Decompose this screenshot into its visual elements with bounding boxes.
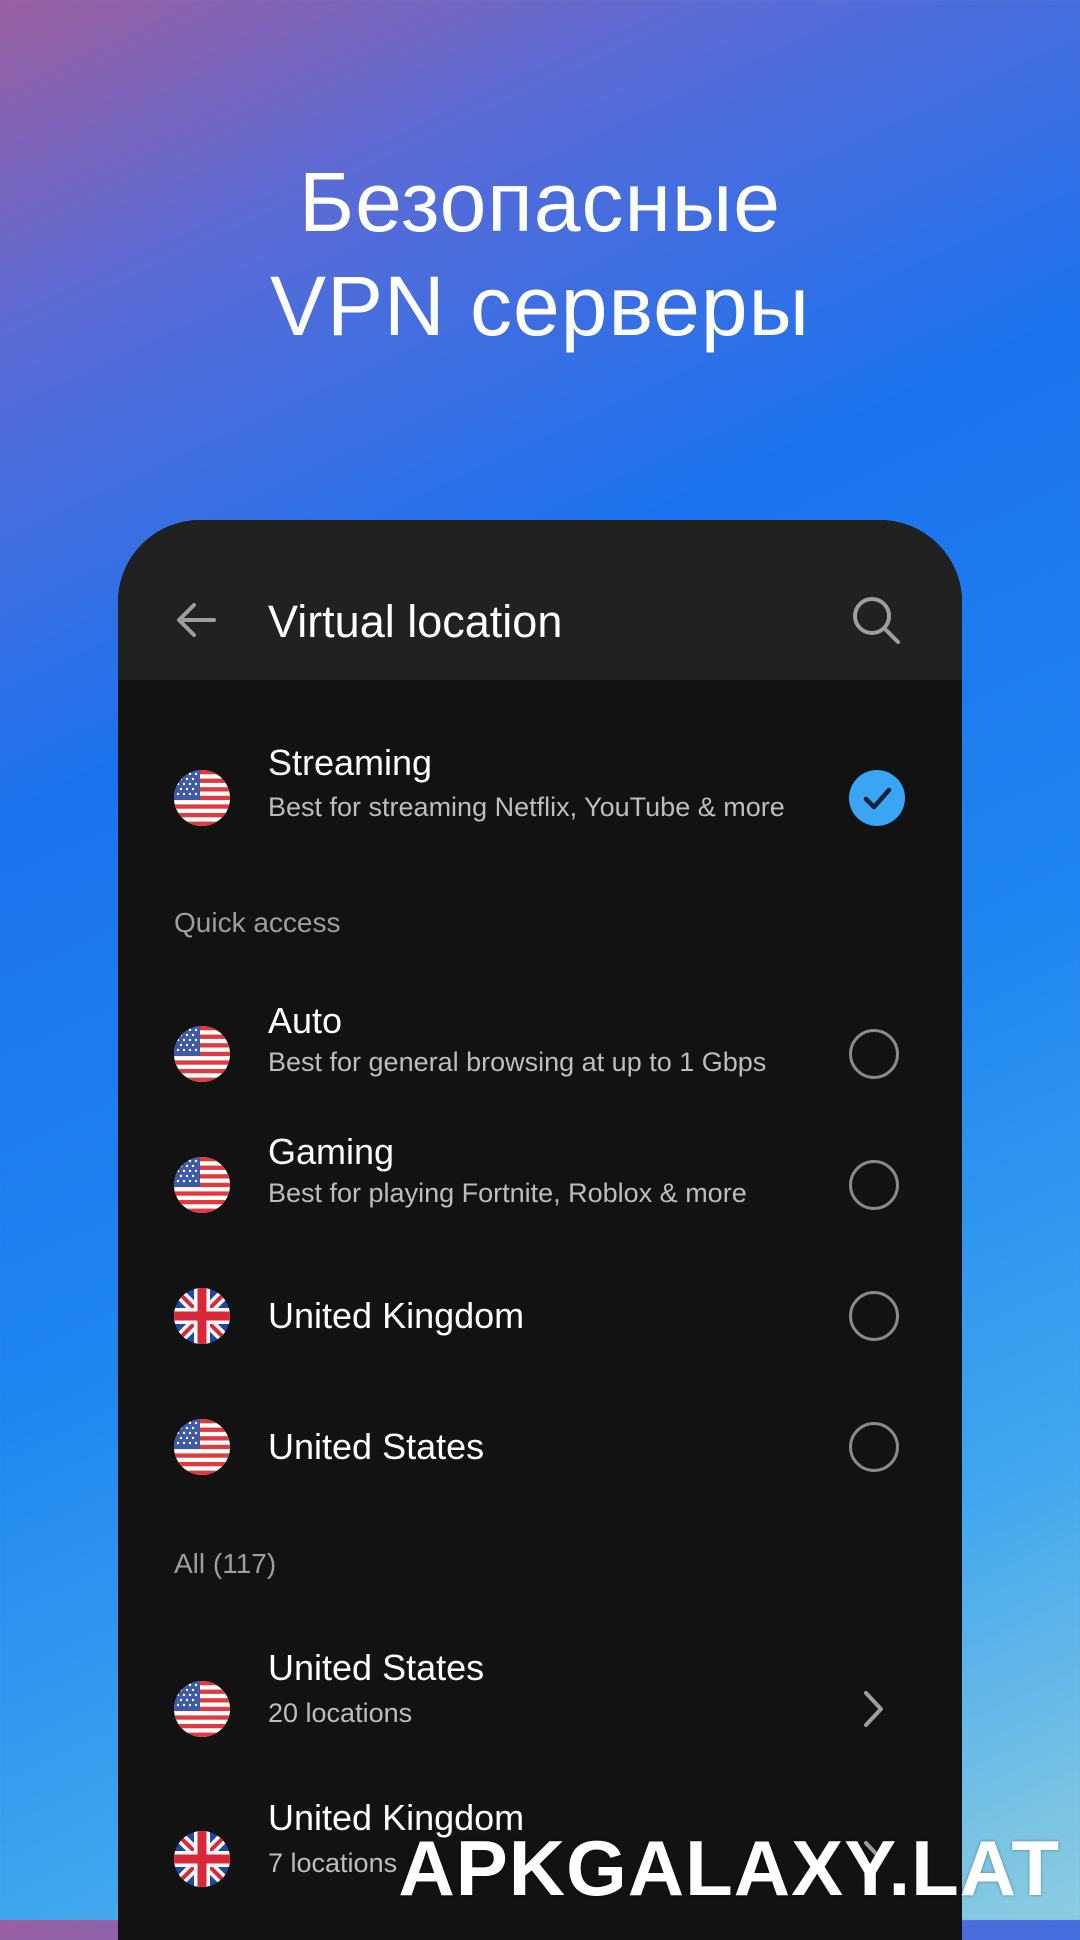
search-button[interactable]: [850, 594, 902, 646]
section-label-all: All (117): [174, 1548, 277, 1579]
us-flag-icon: [174, 1681, 230, 1737]
location-row-united-kingdom[interactable]: United Kingdom: [118, 1252, 962, 1382]
arrow-left-icon: [177, 603, 216, 637]
radio-button[interactable]: [849, 1029, 899, 1079]
page-title: Virtual location: [268, 596, 563, 647]
promo-title-line1: Безопасные: [299, 155, 781, 249]
us-flag-icon: [174, 1157, 230, 1213]
uk-flag-icon: [174, 1288, 230, 1344]
country-row-united-states[interactable]: United States 20 locations: [118, 1635, 962, 1785]
country-subtitle: 7 locations: [268, 1848, 398, 1878]
watermark: APKGALAXY.LAT: [398, 1824, 1060, 1912]
radio-button[interactable]: [849, 1422, 899, 1472]
location-title: Gaming: [268, 1131, 395, 1172]
uk-flag-icon: [174, 1831, 230, 1887]
location-row-gaming[interactable]: Gaming Best for playing Fortnite, Roblox…: [118, 1121, 962, 1251]
location-subtitle: Best for general browsing at up to 1 Gbp…: [268, 1047, 767, 1077]
us-flag-icon: [174, 770, 230, 826]
us-flag-icon: [174, 1026, 230, 1082]
promo-title: Безопасные VPN серверы: [0, 150, 1080, 358]
radio-button[interactable]: [849, 1291, 899, 1341]
section-label-quick-access: Quick access: [174, 907, 341, 938]
country-subtitle: 20 locations: [268, 1698, 413, 1728]
chevron-right-icon: [864, 1691, 883, 1727]
radio-button[interactable]: [849, 1160, 899, 1210]
location-subtitle: Best for streaming Netflix, YouTube & mo…: [268, 792, 785, 822]
location-title: Streaming: [268, 742, 433, 783]
location-row-united-states[interactable]: United States: [118, 1383, 962, 1513]
location-subtitle: Best for playing Fortnite, Roblox & more: [268, 1178, 747, 1208]
us-flag-icon: [174, 1419, 230, 1475]
selected-check-icon[interactable]: [849, 770, 905, 826]
phone-screen: Virtual location Streaming Best for stre…: [118, 520, 962, 1940]
search-icon: [853, 597, 900, 644]
location-row-auto[interactable]: Auto Best for general browsing at up to …: [118, 990, 962, 1120]
location-title: United States: [268, 1426, 485, 1467]
location-title: Auto: [268, 1000, 343, 1041]
location-row-streaming[interactable]: Streaming Best for streaming Netflix, Yo…: [118, 732, 962, 872]
location-title: United Kingdom: [268, 1295, 525, 1336]
app-bar: Virtual location: [118, 520, 962, 680]
back-button[interactable]: [174, 598, 218, 642]
country-title: United States: [268, 1647, 485, 1688]
promo-title-line2: VPN серверы: [270, 259, 810, 353]
